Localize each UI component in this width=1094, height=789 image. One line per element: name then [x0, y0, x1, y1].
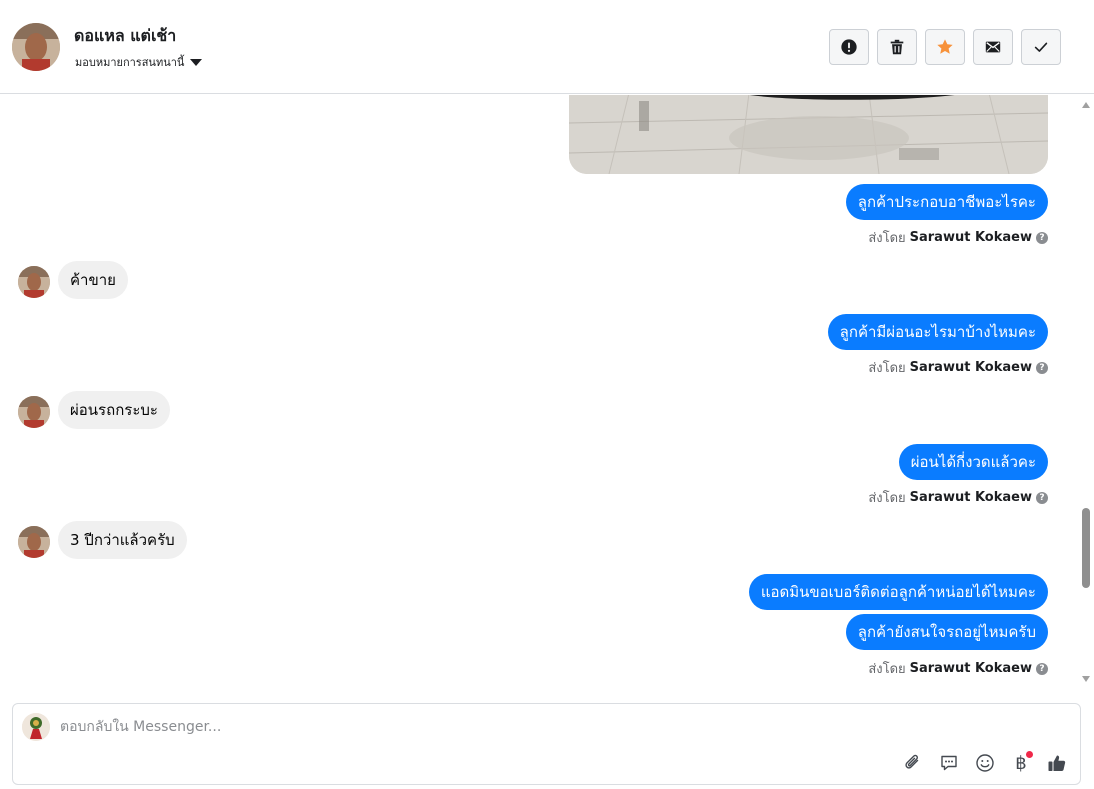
star-button[interactable] — [925, 29, 965, 65]
spam-button[interactable] — [829, 29, 869, 65]
reply-input[interactable] — [60, 716, 960, 738]
emoji-button[interactable] — [972, 750, 998, 776]
help-icon[interactable]: ? — [1036, 231, 1048, 244]
outgoing-message[interactable]: แอดมินขอเบอร์ติดต่อลูกค้าหน่อยได้ไหมคะ — [748, 574, 1048, 610]
page-avatar — [22, 713, 50, 741]
sender-name: Sarawut Kokaew — [909, 230, 1032, 245]
emoji-icon — [976, 754, 994, 772]
shared-photo[interactable] — [569, 95, 1048, 174]
incoming-message[interactable]: 3 ปีกว่าแล้วครับ — [58, 521, 187, 559]
help-icon[interactable]: ? — [1036, 491, 1048, 504]
baht-payment-icon: ฿ — [1015, 752, 1027, 774]
mark-done-button[interactable] — [1021, 29, 1061, 65]
sent-by-label: ส่งโดย Sarawut Kokaew ? — [868, 357, 1048, 378]
scroll-down-arrow-icon[interactable] — [1082, 676, 1090, 682]
sent-by-prefix: ส่งโดย — [868, 662, 906, 677]
incoming-message[interactable]: ผ่อนรถกระบะ — [58, 391, 170, 429]
outgoing-message[interactable]: ผ่อนได้กี่งวดแล้วคะ — [898, 444, 1048, 480]
sent-by-prefix: ส่งโดย — [868, 231, 906, 246]
assign-label: มอบหมายการสนทนานี้ — [75, 56, 185, 69]
thread-scrollbar[interactable] — [1078, 95, 1094, 690]
help-icon[interactable]: ? — [1036, 361, 1048, 374]
messenger-conversation: ดอแหล แต่เช้า มอบหมายการสนทนานี้ ลูกค้าป… — [0, 0, 1094, 789]
saved-replies-button[interactable] — [936, 750, 962, 776]
outgoing-message[interactable]: ลูกค้ายังสนใจรถอยู่ไหมครับ — [845, 614, 1048, 650]
scroll-up-arrow-icon[interactable] — [1082, 102, 1090, 108]
sent-by-label: ส่งโดย Sarawut Kokaew ? — [868, 227, 1048, 248]
reply-composer: ฿ — [12, 703, 1081, 785]
sent-by-label: ส่งโดย Sarawut Kokaew ? — [868, 487, 1048, 508]
contact-name[interactable]: ดอแหล แต่เช้า — [74, 24, 176, 49]
conversation-header: ดอแหล แต่เช้า มอบหมายการสนทนานี้ — [0, 0, 1094, 94]
contact-avatar[interactable] — [12, 23, 60, 71]
contact-avatar-small — [18, 526, 50, 558]
checkmark-icon — [1034, 42, 1048, 52]
mark-unread-button[interactable] — [973, 29, 1013, 65]
attach-button[interactable] — [900, 750, 926, 776]
paperclip-icon — [905, 754, 919, 769]
caret-down-icon — [190, 58, 203, 66]
conversation-actions — [829, 29, 1061, 65]
assign-conversation-dropdown[interactable]: มอบหมายการสนทนานี้ — [75, 53, 203, 71]
payment-button[interactable]: ฿ — [1008, 750, 1034, 776]
sender-name: Sarawut Kokaew — [909, 661, 1032, 676]
contact-avatar-small — [18, 266, 50, 298]
message-thread: ลูกค้าประกอบอาชีพอะไรคะ ส่งโดย Sarawut K… — [0, 95, 1078, 695]
envelope-icon — [985, 41, 1001, 53]
thumbs-up-icon — [1048, 755, 1066, 771]
sender-name: Sarawut Kokaew — [909, 490, 1032, 505]
help-icon[interactable]: ? — [1036, 662, 1048, 675]
star-icon — [937, 39, 953, 54]
notification-dot — [1026, 751, 1033, 758]
outgoing-message[interactable]: ลูกค้ามีผ่อนอะไรมาบ้างไหมคะ — [827, 314, 1048, 350]
sender-name: Sarawut Kokaew — [909, 360, 1032, 375]
sent-by-prefix: ส่งโดย — [868, 361, 906, 376]
alert-circle-icon — [841, 39, 857, 55]
delete-button[interactable] — [877, 29, 917, 65]
like-button[interactable] — [1044, 750, 1070, 776]
saved-reply-icon — [941, 755, 957, 771]
trash-icon — [890, 39, 904, 55]
sent-by-label: ส่งโดย Sarawut Kokaew ? — [868, 658, 1048, 679]
outgoing-message[interactable]: ลูกค้าประกอบอาชีพอะไรคะ — [845, 184, 1048, 220]
composer-toolbar: ฿ — [900, 750, 1070, 776]
scrollbar-thumb[interactable] — [1082, 508, 1090, 588]
sent-by-prefix: ส่งโดย — [868, 491, 906, 506]
incoming-message[interactable]: ค้าขาย — [58, 261, 128, 299]
contact-avatar-small — [18, 396, 50, 428]
